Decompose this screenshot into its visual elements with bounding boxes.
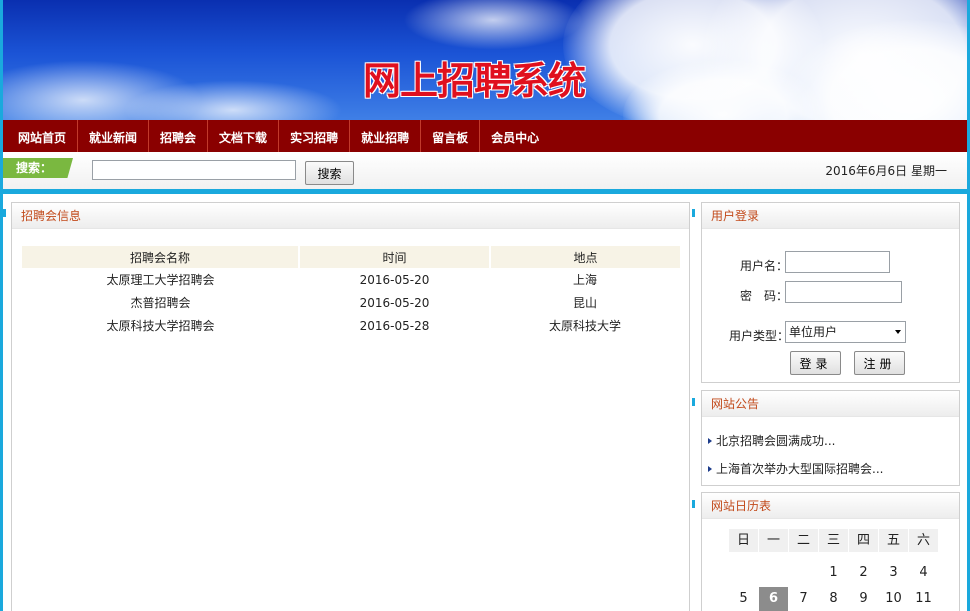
- fair-location: 昆山: [572, 296, 597, 310]
- login-panel-title: 用户登录: [702, 203, 959, 229]
- calendar-day[interactable]: 4: [909, 561, 938, 585]
- username-field[interactable]: [785, 251, 890, 273]
- search-bar: 搜索： 搜索 2016年6月6日 星期一: [3, 152, 967, 189]
- calendar-day[interactable]: 10: [879, 587, 908, 611]
- user-type-select[interactable]: 单位用户: [785, 321, 906, 343]
- notices-panel: 网站公告 北京招聘会圆满成功... 上海首次举办大型国际招聘会...: [701, 390, 960, 486]
- weekday-header: 日: [729, 529, 758, 552]
- fair-date: 2016-05-20: [359, 295, 430, 310]
- calendar-panel-title: 网站日历表: [702, 493, 959, 519]
- calendar-day[interactable]: 11: [909, 587, 938, 611]
- user-type-label: 用户类型：: [729, 329, 790, 343]
- password-label: 密 码：: [740, 289, 789, 303]
- calendar-day[interactable]: 1: [819, 561, 848, 585]
- username-label: 用户名：: [740, 259, 789, 273]
- column-header-location: 地点: [490, 246, 680, 268]
- fair-name[interactable]: 杰普招聘会: [22, 291, 299, 314]
- search-input[interactable]: [92, 160, 296, 180]
- login-panel: 用户登录 用户名： 密 码： 用户类型： 单位用户 登录 注册: [701, 202, 960, 383]
- header-banner: 网上招聘系统: [3, 0, 967, 120]
- weekday-header: 三: [819, 529, 848, 552]
- notice-item[interactable]: 上海首次举办大型国际招聘会...: [708, 460, 883, 477]
- calendar-day[interactable]: 8: [819, 587, 848, 611]
- site-title: 网上招聘系统: [363, 59, 586, 103]
- user-type-value: 单位用户: [789, 325, 838, 339]
- calendar-day[interactable]: 3: [879, 561, 908, 585]
- fair-name[interactable]: 太原理工大学招聘会: [22, 268, 299, 291]
- notices-panel-title: 网站公告: [702, 391, 959, 417]
- page-frame: 网上招聘系统 网站首页 就业新闻 招聘会 文档下载 实习招聘 就业招聘 留言板 …: [0, 0, 970, 611]
- bullet-icon: [708, 438, 712, 444]
- nav-internship[interactable]: 实习招聘: [279, 120, 351, 152]
- chevron-down-icon: [895, 330, 901, 334]
- fair-location: 上海: [572, 273, 597, 287]
- weekday-header: 二: [789, 529, 818, 552]
- nav-downloads[interactable]: 文档下载: [208, 120, 280, 152]
- panel-marker: [692, 398, 695, 406]
- job-fair-panel: 招聘会信息 招聘会名称 时间 地点 太原理工大学招聘会 2016-05-20 上…: [11, 202, 690, 611]
- table-row[interactable]: 太原科技大学招聘会 2016-05-28 太原科技大学: [22, 314, 680, 337]
- register-button[interactable]: 注册: [854, 351, 905, 375]
- job-fair-table: 招聘会名称 时间 地点 太原理工大学招聘会 2016-05-20 上海 杰普招聘…: [22, 246, 680, 337]
- column-header-time: 时间: [299, 246, 491, 268]
- weekday-header: 一: [759, 529, 788, 552]
- notice-text[interactable]: 上海首次举办大型国际招聘会...: [716, 462, 883, 476]
- nav-job-fair[interactable]: 招聘会: [149, 120, 209, 152]
- main-nav: 网站首页 就业新闻 招聘会 文档下载 实习招聘 就业招聘 留言板 会员中心: [3, 120, 967, 152]
- panel-marker: [3, 209, 6, 217]
- table-row[interactable]: 太原理工大学招聘会 2016-05-20 上海: [22, 268, 680, 291]
- current-date: 2016年6月6日 星期一: [825, 164, 947, 178]
- search-label: 搜索：: [3, 158, 73, 178]
- column-header-name: 招聘会名称: [22, 246, 300, 268]
- nav-home[interactable]: 网站首页: [7, 120, 79, 152]
- panel-marker: [692, 209, 695, 217]
- fair-name[interactable]: 太原科技大学招聘会: [22, 314, 299, 337]
- fair-location: 太原科技大学: [548, 319, 621, 333]
- weekday-header: 六: [909, 529, 938, 552]
- fair-date: 2016-05-28: [359, 318, 430, 333]
- nav-guestbook[interactable]: 留言板: [421, 120, 481, 152]
- calendar-panel: 网站日历表 日一二三四五六 1 2 3 4 5 6 7 8 9 10 11: [701, 492, 960, 611]
- calendar-day[interactable]: 7: [789, 587, 818, 611]
- notice-item[interactable]: 北京招聘会圆满成功...: [708, 432, 835, 449]
- table-row[interactable]: 杰普招聘会 2016-05-20 昆山: [22, 291, 680, 314]
- password-field[interactable]: [785, 281, 902, 303]
- calendar-day[interactable]: 2: [849, 561, 878, 585]
- bullet-icon: [708, 466, 712, 472]
- fair-date: 2016-05-20: [359, 272, 430, 287]
- job-fair-panel-title: 招聘会信息: [12, 203, 689, 229]
- divider: [3, 189, 967, 194]
- nav-member-center[interactable]: 会员中心: [480, 120, 550, 152]
- nav-news[interactable]: 就业新闻: [78, 120, 150, 152]
- login-button[interactable]: 登录: [790, 351, 841, 375]
- calendar-day[interactable]: 5: [729, 587, 758, 611]
- weekday-header: 五: [879, 529, 908, 552]
- notice-text[interactable]: 北京招聘会圆满成功...: [716, 434, 835, 448]
- panel-marker: [692, 500, 695, 508]
- calendar-day-today[interactable]: 6: [759, 587, 788, 611]
- search-button[interactable]: 搜索: [305, 161, 354, 185]
- calendar-day[interactable]: 9: [849, 587, 878, 611]
- weekday-header: 四: [849, 529, 878, 552]
- nav-employment[interactable]: 就业招聘: [350, 120, 422, 152]
